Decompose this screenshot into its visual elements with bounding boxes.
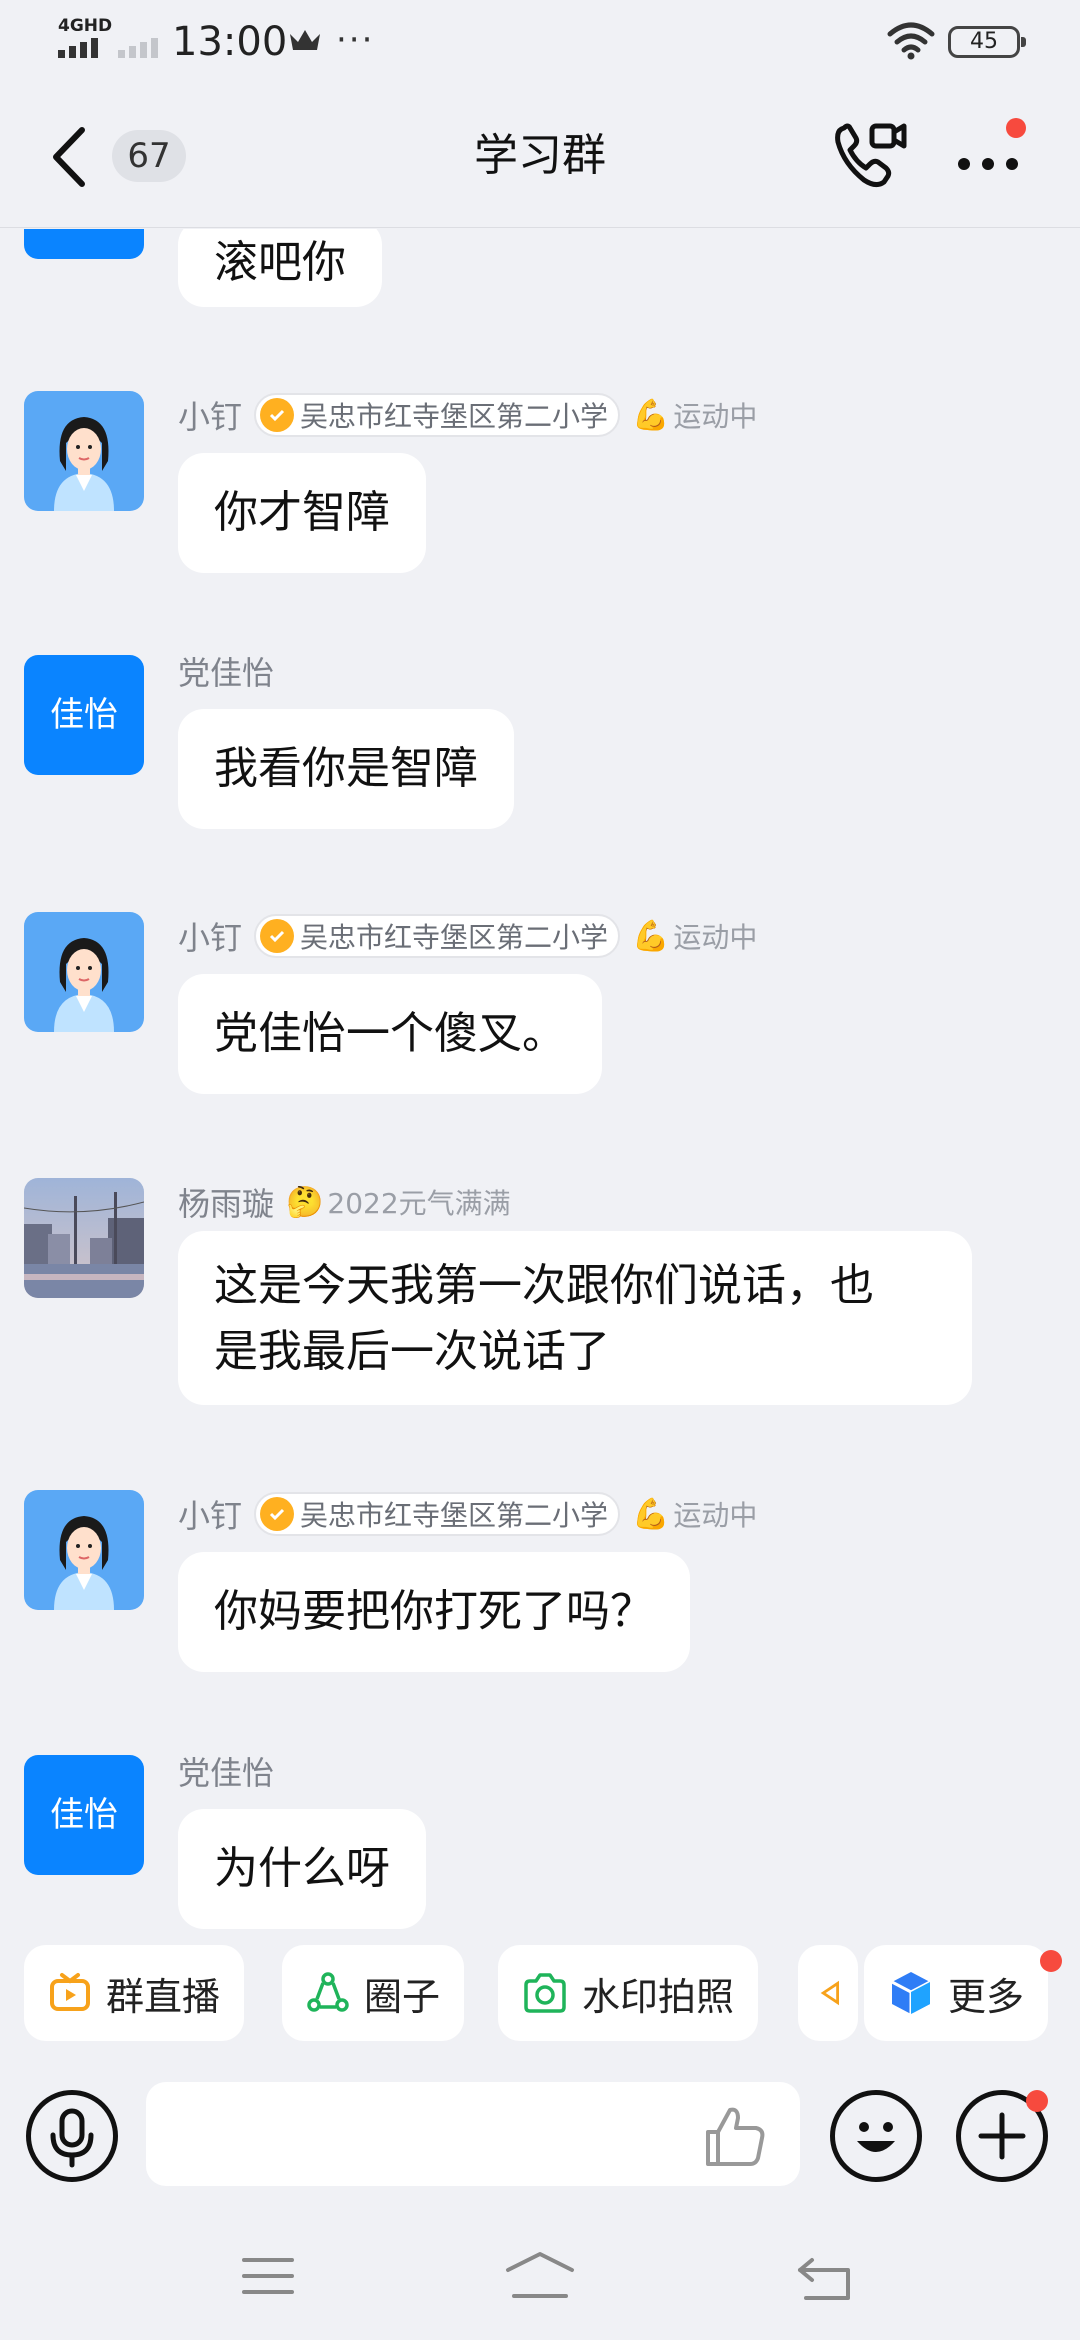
partial-action-chip[interactable] bbox=[798, 1945, 858, 2041]
flexed-arm-icon: 💪 bbox=[632, 397, 670, 433]
cube-icon bbox=[891, 1972, 931, 2014]
avatar[interactable]: 佳怡 bbox=[24, 1755, 144, 1875]
street-photo-avatar-icon bbox=[24, 1178, 144, 1298]
message-bubble[interactable]: 这是今天我第一次跟你们说话，也 是我最后一次说话了 bbox=[178, 1231, 972, 1405]
message-list[interactable]: 滚吧你 小钉 吴忠市红寺堡区第二小学 💪 运动中 你才智障 佳怡 党佳怡 我看你… bbox=[0, 229, 1080, 1945]
clock: 13:00 bbox=[172, 19, 288, 65]
avatar[interactable] bbox=[24, 1178, 144, 1298]
avatar[interactable] bbox=[24, 1490, 144, 1610]
chat-header: 67 学习群 bbox=[0, 84, 1080, 228]
user-status: 💪 运动中 bbox=[632, 395, 757, 435]
more-actions-button[interactable]: 更多 bbox=[864, 1945, 1049, 2041]
chip-label: 群直播 bbox=[106, 1974, 221, 2019]
video-call-icon[interactable] bbox=[830, 118, 910, 194]
voice-input-button[interactable] bbox=[26, 2090, 118, 2182]
battery-indicator: 45 bbox=[948, 26, 1026, 58]
more-status-icon: ··· bbox=[336, 20, 375, 60]
user-status: 🤔 2022元气满满 bbox=[286, 1182, 511, 1222]
avatar[interactable]: 佳怡 bbox=[24, 655, 144, 775]
chip-label: 水印拍照 bbox=[582, 1974, 735, 2019]
thinking-face-icon: 🤔 bbox=[286, 1184, 324, 1220]
more-notification-dot bbox=[1040, 1950, 1062, 1972]
sender-info: 杨雨璇 🤔 2022元气满满 bbox=[178, 1180, 511, 1224]
group-live-button[interactable]: 群直播 bbox=[24, 1945, 245, 2041]
crown-icon bbox=[290, 30, 320, 50]
school-tag[interactable]: 吴忠市红寺堡区第二小学 bbox=[254, 914, 621, 958]
flexed-arm-icon: 💪 bbox=[632, 918, 670, 954]
live-tv-icon bbox=[50, 1973, 90, 2011]
sender-name[interactable]: 小钉 bbox=[178, 913, 242, 959]
sender-info: 小钉 吴忠市红寺堡区第二小学 💪 运动中 bbox=[178, 1492, 757, 1536]
status-text: 运动中 bbox=[673, 400, 758, 433]
woman-avatar-icon bbox=[24, 912, 144, 1032]
menu-icon[interactable] bbox=[240, 2254, 296, 2298]
message-bubble[interactable]: 你妈要把你打死了吗？ bbox=[178, 1552, 690, 1672]
partial-icon bbox=[820, 1980, 839, 2006]
chip-label: 更多 bbox=[948, 1974, 1025, 2019]
school-name: 吴忠市红寺堡区第二小学 bbox=[300, 921, 609, 954]
sender-name[interactable]: 杨雨璇 bbox=[178, 1179, 274, 1225]
sender-name[interactable]: 小钉 bbox=[178, 1491, 242, 1537]
sender-name[interactable]: 党佳怡 bbox=[178, 648, 274, 694]
message-bubble[interactable]: 为什么呀 bbox=[178, 1809, 426, 1929]
notification-dot bbox=[1006, 118, 1026, 138]
avatar[interactable] bbox=[24, 912, 144, 1032]
woman-avatar-icon bbox=[24, 1490, 144, 1610]
input-bar bbox=[0, 2060, 1080, 2220]
flexed-arm-icon: 💪 bbox=[632, 1496, 670, 1532]
sender-info: 小钉 吴忠市红寺堡区第二小学 💪 运动中 bbox=[178, 393, 757, 437]
school-tag[interactable]: 吴忠市红寺堡区第二小学 bbox=[254, 393, 621, 437]
back-nav-icon[interactable] bbox=[796, 2254, 856, 2302]
camera-icon bbox=[524, 1973, 566, 2013]
school-tag[interactable]: 吴忠市红寺堡区第二小学 bbox=[254, 1492, 621, 1536]
sender-info: 党佳怡 bbox=[178, 1749, 286, 1793]
verified-icon bbox=[260, 398, 295, 432]
status-bar: 4GHD 13:00 ··· 45 bbox=[0, 0, 1080, 84]
sender-info: 党佳怡 bbox=[178, 649, 286, 693]
school-name: 吴忠市红寺堡区第二小学 bbox=[300, 400, 609, 433]
plus-notification-dot bbox=[1026, 2090, 1048, 2112]
unread-count-badge[interactable]: 67 bbox=[112, 130, 186, 182]
circle-icon bbox=[307, 1972, 349, 2012]
status-text: 2022元气满满 bbox=[327, 1187, 511, 1220]
emoji-button[interactable] bbox=[830, 2090, 922, 2182]
user-status: 💪 运动中 bbox=[632, 916, 757, 956]
home-icon[interactable] bbox=[504, 2250, 576, 2302]
thumbs-up-icon[interactable] bbox=[700, 2102, 770, 2172]
message-bubble[interactable]: 我看你是智障 bbox=[178, 709, 514, 829]
status-text: 运动中 bbox=[673, 1499, 758, 1532]
smiley-icon bbox=[857, 2122, 895, 2152]
message-bubble[interactable]: 你才智障 bbox=[178, 453, 426, 573]
signal-icon bbox=[58, 38, 98, 58]
message-bubble[interactable]: 党佳怡一个傻叉。 bbox=[178, 974, 602, 1094]
sender-name[interactable]: 党佳怡 bbox=[178, 1748, 274, 1794]
woman-avatar-icon bbox=[24, 391, 144, 511]
back-arrow-icon[interactable] bbox=[40, 122, 100, 192]
wifi-icon bbox=[887, 22, 935, 60]
circle-button[interactable]: 圈子 bbox=[282, 1945, 465, 2041]
chip-label: 圈子 bbox=[364, 1974, 441, 2019]
user-status: 💪 运动中 bbox=[632, 1494, 757, 1534]
school-name: 吴忠市红寺堡区第二小学 bbox=[300, 1499, 609, 1532]
sender-info: 小钉 吴忠市红寺堡区第二小学 💪 运动中 bbox=[178, 914, 757, 958]
system-nav-bar bbox=[0, 2220, 1080, 2340]
verified-icon bbox=[260, 1497, 295, 1531]
microphone-icon bbox=[50, 2108, 94, 2168]
message-bubble[interactable]: 滚吧你 bbox=[178, 229, 382, 307]
message-text-line: 这是今天我第一次跟你们说话，也 bbox=[214, 1260, 874, 1311]
sender-name[interactable]: 小钉 bbox=[178, 392, 242, 438]
network-type: 4GHD bbox=[58, 16, 113, 36]
avatar[interactable] bbox=[24, 391, 144, 511]
signal-secondary-icon bbox=[118, 38, 158, 58]
status-text: 运动中 bbox=[673, 921, 758, 954]
message-text-line: 是我最后一次说话了 bbox=[214, 1326, 610, 1377]
watermark-photo-button[interactable]: 水印拍照 bbox=[498, 1945, 759, 2041]
quick-action-bar[interactable]: 群直播 圈子 水印拍照 更多 bbox=[0, 1945, 1080, 2041]
page-title: 学习群 bbox=[474, 130, 606, 181]
avatar[interactable] bbox=[24, 229, 144, 259]
verified-icon bbox=[260, 919, 295, 953]
